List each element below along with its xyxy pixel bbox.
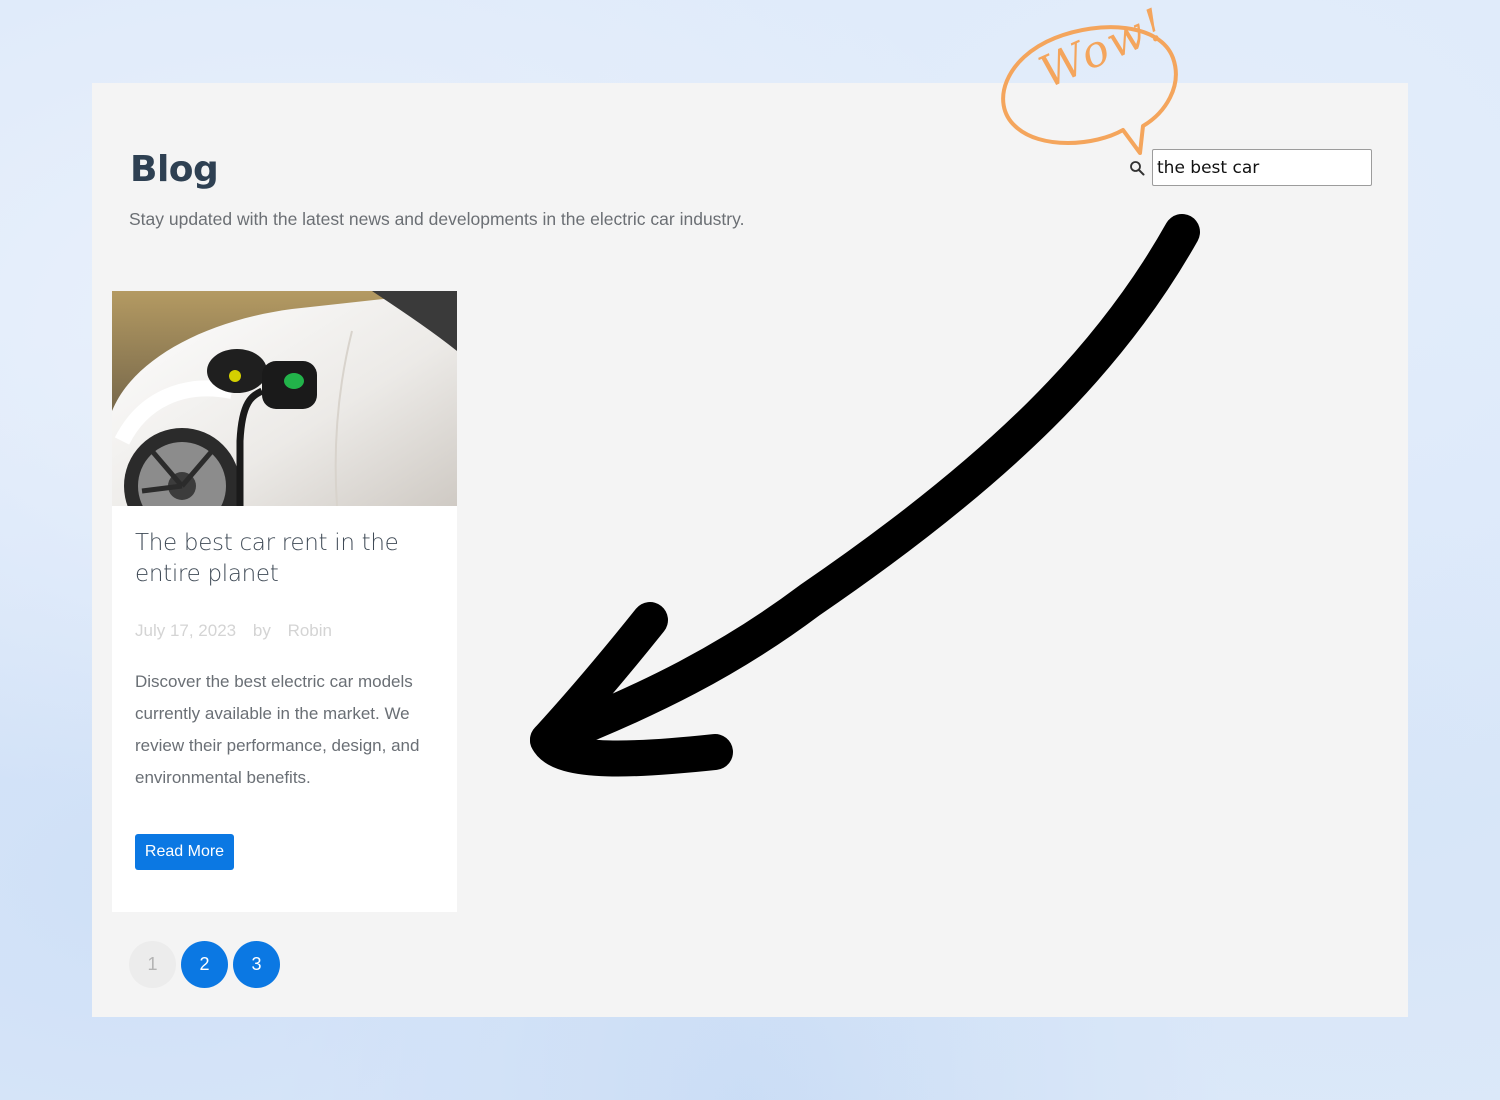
- search-input[interactable]: [1152, 149, 1372, 186]
- page-button-3[interactable]: 3: [233, 941, 280, 988]
- pagination: 1 2 3: [129, 941, 280, 988]
- page-title: Blog: [130, 149, 219, 190]
- post-date: July 17, 2023: [135, 621, 237, 640]
- post-excerpt: Discover the best electric car models cu…: [135, 672, 420, 787]
- page-button-2[interactable]: 2: [181, 941, 228, 988]
- blog-panel: Blog Stay updated with the latest news a…: [92, 83, 1408, 1017]
- blog-post-card: The best car rent in the entire planet J…: [112, 291, 457, 912]
- electric-car-charging-illustration: [112, 291, 457, 506]
- post-author[interactable]: Robin: [288, 621, 332, 640]
- post-title[interactable]: The best car rent in the entire planet: [135, 528, 435, 590]
- post-by-label: by: [252, 621, 271, 640]
- page-button-1[interactable]: 1: [129, 941, 176, 988]
- post-meta: July 17, 2023 by Robin: [135, 621, 344, 641]
- post-image[interactable]: [112, 291, 457, 506]
- read-more-button[interactable]: Read More: [135, 834, 234, 870]
- page-subtitle: Stay updated with the latest news and de…: [129, 209, 745, 229]
